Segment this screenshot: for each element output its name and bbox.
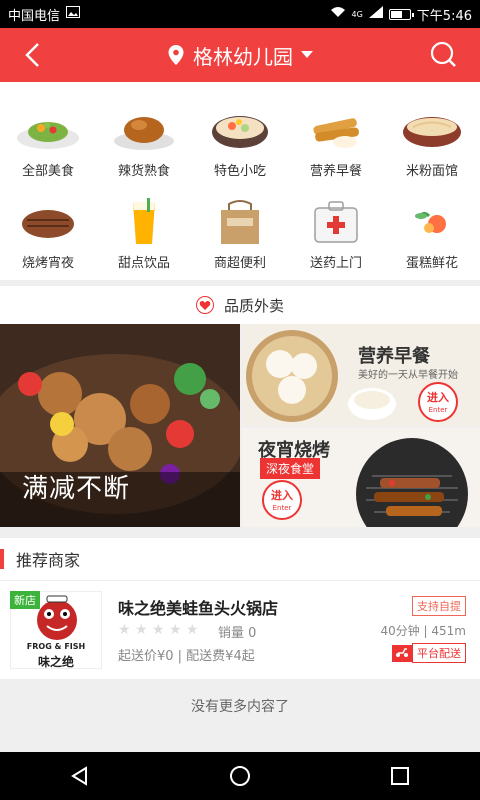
category-label: 特色小吃 (213, 164, 266, 179)
category-label: 送药上门 (309, 256, 362, 271)
category-all-food[interactable]: 全部美食 (0, 96, 96, 186)
page: 中国电信 4G 下午5:46 格林幼儿园 全部美食 辣货熟食 特色小吃 营养早餐… (0, 0, 480, 800)
bbq-tag: 深夜食堂 (260, 458, 321, 479)
system-nav-bar (0, 752, 480, 800)
carrier-label: 中国电信 (8, 8, 61, 24)
drink-cup-icon (111, 196, 177, 248)
clock: 下午5:46 (416, 8, 472, 24)
star-icon: ★ (135, 622, 148, 638)
top-header: 格林幼儿园 (0, 28, 480, 82)
nav-recents-icon (391, 767, 409, 785)
delivery-scooter-icon (392, 644, 412, 662)
enter-sub-label: Enter (272, 504, 292, 512)
search-button[interactable] (428, 40, 458, 70)
enter-label: 进入 (271, 489, 293, 502)
category-breakfast[interactable]: 营养早餐 (288, 96, 384, 186)
breakfast-subtitle: 美好的一天从早餐开始 (358, 370, 458, 381)
network-type-label: 4G (351, 9, 363, 19)
category-label: 全部美食 (21, 164, 74, 179)
category-label: 营养早餐 (309, 164, 362, 179)
star-icon: ★ (169, 622, 182, 638)
location-selector[interactable]: 格林幼儿园 (0, 28, 480, 82)
category-label: 蛋糕鲜花 (405, 256, 458, 271)
breakfast-enter-button[interactable]: 进入 Enter (418, 382, 458, 422)
category-label: 烧烤宵夜 (21, 256, 74, 271)
delivery-time-distance: 40分钟 | 451m (380, 624, 466, 638)
quality-section-title: 品质外卖 (0, 286, 480, 324)
promo-banner-bbq[interactable]: 夜宵烧烤 深夜食堂 进入 Enter (242, 428, 480, 527)
enter-label: 进入 (427, 391, 449, 404)
status-bar: 中国电信 4G 下午5:46 (0, 0, 480, 28)
category-label: 辣货熟食 (117, 164, 170, 179)
store-name: 味之绝美蛙鱼头火锅店 (118, 599, 279, 618)
nav-home-button[interactable] (220, 756, 260, 796)
category-bbq[interactable]: 烧烤宵夜 (0, 188, 96, 278)
category-cake-flowers[interactable]: 蛋糕鲜花 (384, 188, 480, 278)
category-label: 米粉面馆 (405, 164, 458, 179)
store-sales: 销量 0 (218, 626, 257, 641)
enter-sub-label: Enter (428, 406, 448, 414)
promo-banner-discount[interactable]: 满减不断 (0, 324, 240, 527)
roast-chicken-icon (111, 104, 177, 156)
search-icon (430, 41, 456, 67)
snack-bowl-icon (207, 104, 273, 156)
store-card[interactable]: 新店 FROG & FISH 味之绝 味之绝美蛙鱼头火锅店 ★ ★ ★ ★ ★ … (0, 581, 480, 679)
store-fees: 起送价¥0 | 配送费¥4起 (118, 649, 255, 664)
noodle-bowl-icon (399, 104, 465, 156)
nav-back-button[interactable] (60, 756, 100, 796)
medicine-box-icon (303, 196, 369, 248)
fried-dough-icon (303, 104, 369, 156)
pickup-badge: 支持自提 (412, 596, 466, 616)
logo-brand-text: 味之绝 (37, 655, 74, 669)
star-icon: ★ (118, 622, 131, 638)
location-pin-icon (168, 45, 184, 65)
quality-title-text: 品质外卖 (223, 296, 284, 315)
no-more-content-text: 没有更多内容了 (191, 699, 289, 715)
logo-english-text: FROG & FISH (26, 642, 86, 651)
flower-icon (399, 196, 465, 248)
category-noodles[interactable]: 米粉面馆 (384, 96, 480, 186)
store-rating: ★ ★ ★ ★ ★ (118, 623, 200, 637)
promo-banner-breakfast[interactable]: 营养早餐 美好的一天从早餐开始 进入 Enter (242, 324, 480, 426)
platform-delivery-badge: 平台配送 (392, 643, 466, 663)
image-notification-icon (66, 6, 81, 22)
status-icons: 4G 下午5:46 (330, 5, 472, 24)
category-grid: 全部美食 辣货熟食 特色小吃 营养早餐 米粉面馆 烧烤宵夜 甜点饮品 商超便利 … (0, 82, 480, 280)
section-accent-bar (0, 549, 4, 569)
star-icon: ★ (152, 622, 165, 638)
salad-plate-icon (15, 104, 81, 156)
category-medicine[interactable]: 送药上门 (288, 188, 384, 278)
category-drinks[interactable]: 甜点饮品 (96, 188, 192, 278)
recommended-title-text: 推荐商家 (16, 551, 81, 570)
category-spicy-deli[interactable]: 辣货熟食 (96, 96, 192, 186)
category-label: 商超便利 (213, 256, 266, 271)
promo-caption: 满减不断 (22, 474, 131, 504)
signal-icon (368, 6, 383, 22)
nav-back-icon (71, 766, 87, 786)
wifi-icon (330, 6, 346, 22)
dropdown-caret-icon (301, 51, 313, 58)
heart-icon (195, 296, 214, 314)
recommended-section-title: 推荐商家 (0, 538, 480, 580)
category-snacks[interactable]: 特色小吃 (192, 96, 288, 186)
category-label: 甜点饮品 (117, 256, 170, 271)
category-grocery[interactable]: 商超便利 (192, 188, 288, 278)
bbq-enter-button[interactable]: 进入 Enter (262, 480, 302, 520)
grilled-meat-icon (15, 196, 81, 248)
star-icon: ★ (186, 622, 199, 638)
new-store-badge: 新店 (10, 591, 40, 609)
battery-icon (388, 8, 414, 20)
nav-recents-button[interactable] (380, 756, 420, 796)
platform-delivery-label: 平台配送 (412, 643, 466, 663)
breakfast-title: 营养早餐 (358, 346, 430, 367)
nav-home-icon (230, 766, 250, 786)
grocery-bag-icon (207, 196, 273, 248)
location-name: 格林幼儿园 (193, 44, 293, 69)
